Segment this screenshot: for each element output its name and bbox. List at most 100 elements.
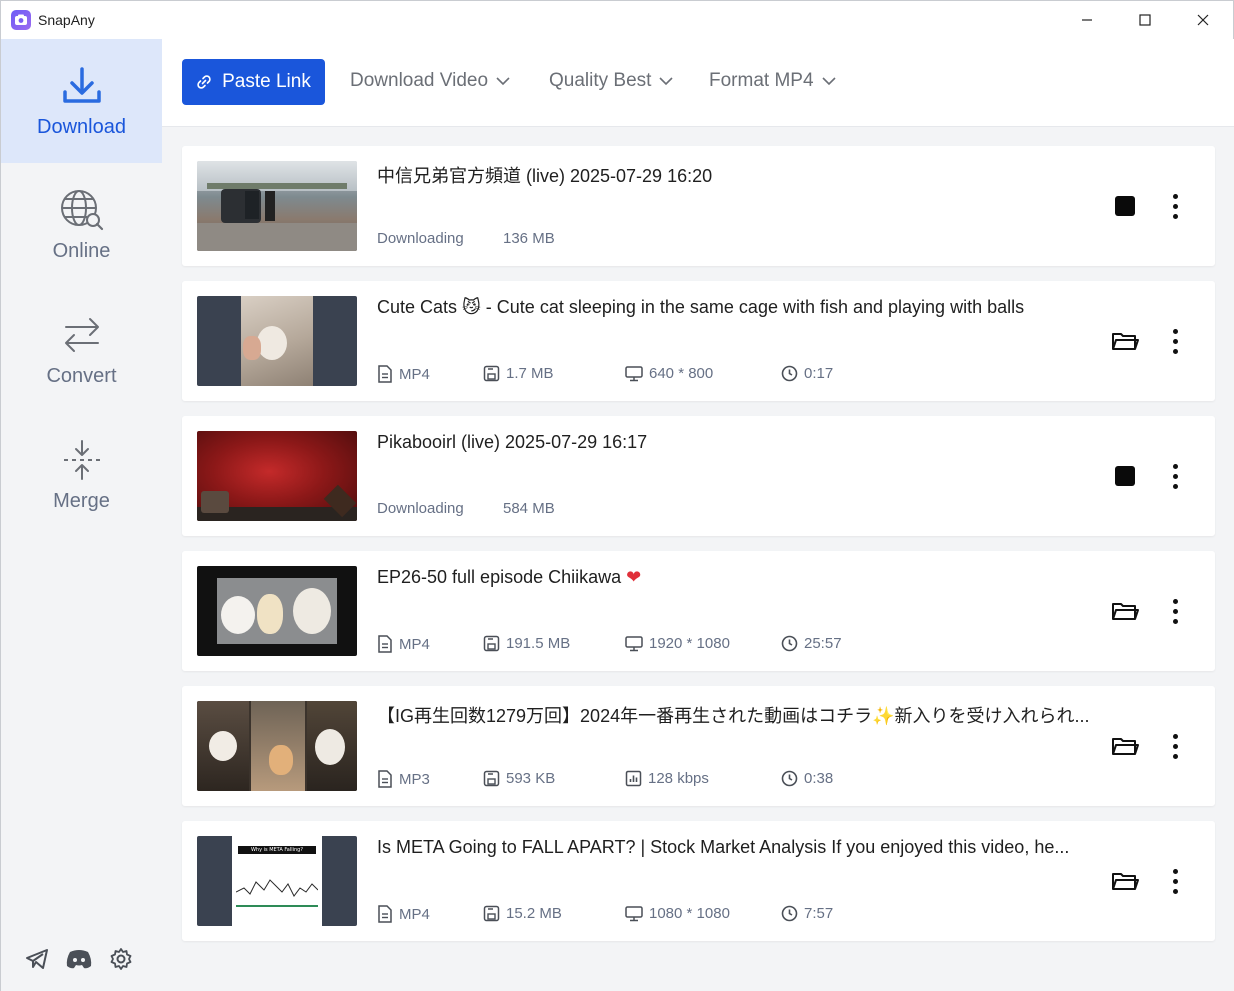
download-item[interactable]: Cute Cats 😼 - Cute cat sleeping in the s… — [182, 281, 1215, 401]
chevron-down-icon — [659, 77, 674, 86]
bitrate-meta: 128 kbps — [625, 770, 709, 787]
item-title: Pikabooirl (live) 2025-07-29 16:17 — [377, 432, 648, 452]
clock-icon — [781, 365, 798, 382]
sidebar-item-label: Download — [37, 115, 126, 138]
file-icon — [378, 905, 392, 923]
item-title: Is META Going to FALL APART? | Stock Mar… — [377, 837, 1070, 857]
download-item[interactable]: Pikabooirl (live) 2025-07-29 16:17 Downl… — [182, 416, 1215, 536]
duration-text: 25:57 — [804, 635, 842, 652]
monitor-icon — [625, 365, 643, 381]
size-text: 1.7 MB — [506, 365, 554, 382]
open-folder-button[interactable] — [1110, 598, 1140, 624]
open-folder-button[interactable] — [1110, 328, 1140, 354]
format-dropdown[interactable]: Format MP4 — [709, 70, 836, 92]
size-meta: 593 KB — [483, 770, 555, 787]
duration-text: 0:17 — [804, 365, 834, 382]
merge-icon — [63, 439, 100, 480]
gear-icon[interactable] — [109, 947, 133, 976]
sidebar-item-label: Merge — [53, 489, 110, 512]
format-meta: MP3 — [377, 770, 430, 788]
open-folder-button[interactable] — [1110, 868, 1140, 894]
folder-icon — [1112, 738, 1139, 755]
convert-arrows-icon — [64, 317, 99, 352]
bitrate-text: 128 kbps — [648, 770, 709, 787]
save-icon — [483, 365, 500, 382]
telegram-icon[interactable] — [25, 948, 49, 975]
discord-icon[interactable] — [65, 948, 93, 975]
more-options-button[interactable] — [1165, 866, 1185, 896]
sidebar-item-online[interactable]: Online — [1, 163, 162, 287]
download-mode-label: Download Video — [350, 70, 489, 91]
format-meta: MP4 — [377, 635, 430, 653]
duration-text: 0:38 — [804, 770, 834, 787]
quality-label: Quality Best — [549, 70, 652, 91]
sidebar-item-download[interactable]: Download — [1, 39, 162, 163]
stop-button[interactable] — [1110, 193, 1140, 219]
download-mode-dropdown[interactable]: Download Video — [350, 70, 510, 92]
save-icon — [483, 905, 500, 922]
item-title: EP26-50 full episode Chiikawa ❤ — [377, 567, 1097, 588]
format-meta: MP4 — [377, 905, 430, 923]
item-title-text: EP26-50 full episode Chiikawa — [377, 567, 622, 587]
duration-meta: 0:17 — [781, 365, 833, 382]
download-list: 中信兄弟官方頻道 (live) 2025-07-29 16:20 Downloa… — [162, 127, 1234, 991]
save-icon — [483, 770, 500, 787]
globe-search-icon — [60, 189, 103, 230]
size-meta: 15.2 MB — [483, 905, 562, 922]
more-options-button[interactable] — [1165, 191, 1185, 221]
resolution-text: 1080 * 1080 — [649, 905, 730, 922]
item-title: 中信兄弟官方頻道 (live) 2025-07-29 16:20 — [377, 166, 713, 186]
file-icon — [378, 770, 392, 788]
monitor-icon — [625, 905, 643, 921]
sidebar-item-label: Online — [52, 239, 111, 262]
file-icon — [378, 365, 392, 383]
size-text: 15.2 MB — [506, 905, 562, 922]
sidebar-item-merge[interactable]: Merge — [1, 413, 162, 537]
resolution-meta: 640 * 800 — [625, 365, 713, 382]
format-text: MP4 — [399, 365, 430, 383]
more-options-button[interactable] — [1165, 326, 1185, 356]
close-button[interactable] — [1174, 1, 1232, 39]
quality-dropdown[interactable]: Quality Best — [549, 70, 674, 92]
download-item[interactable]: Why is META Falling? Is META Going to FA… — [182, 821, 1215, 941]
monitor-icon — [625, 635, 643, 651]
sidebar: Download Online Convert Merge — [1, 39, 162, 991]
download-icon — [62, 66, 101, 103]
status-text: Downloading — [377, 500, 464, 517]
more-options-button[interactable] — [1165, 731, 1185, 761]
thumb-caption: Why is META Falling? — [238, 846, 316, 854]
size-text: 584 MB — [503, 500, 555, 517]
sidebar-item-convert[interactable]: Convert — [1, 288, 162, 412]
video-thumbnail — [197, 161, 357, 251]
download-item[interactable]: 中信兄弟官方頻道 (live) 2025-07-29 16:20 Downloa… — [182, 146, 1215, 266]
download-item[interactable]: 【IG再生回数1279万回】2024年一番再生された動画はコチラ✨新入りを受け入… — [182, 686, 1215, 806]
stop-icon — [1115, 466, 1135, 486]
video-thumbnail — [197, 566, 357, 656]
sidebar-footer — [25, 947, 133, 976]
more-options-button[interactable] — [1165, 596, 1185, 626]
maximize-button[interactable] — [1116, 1, 1174, 39]
minimize-button[interactable] — [1058, 1, 1116, 39]
size-text: 593 KB — [506, 770, 556, 787]
app-title: SnapAny — [38, 12, 95, 28]
more-options-button[interactable] — [1165, 461, 1185, 491]
stop-button[interactable] — [1110, 463, 1140, 489]
sidebar-item-label: Convert — [46, 364, 117, 387]
item-title: Cute Cats 😼 - Cute cat sleeping in the s… — [377, 297, 1025, 317]
folder-icon — [1112, 333, 1139, 350]
paste-link-label: Paste Link — [222, 71, 311, 92]
resolution-meta: 1920 * 1080 — [625, 635, 730, 652]
chevron-down-icon — [821, 77, 836, 86]
open-folder-button[interactable] — [1110, 733, 1140, 759]
duration-meta: 25:57 — [781, 635, 842, 652]
download-item[interactable]: EP26-50 full episode Chiikawa ❤ MP4 191.… — [182, 551, 1215, 671]
clock-icon — [781, 905, 798, 922]
status-text: Downloading — [377, 230, 464, 247]
video-thumbnail — [197, 431, 357, 521]
paste-link-button[interactable]: Paste Link — [182, 59, 325, 105]
save-icon — [483, 635, 500, 652]
size-text: 191.5 MB — [506, 635, 571, 652]
duration-text: 7:57 — [804, 905, 834, 922]
link-icon — [197, 75, 211, 89]
folder-icon — [1112, 603, 1139, 620]
